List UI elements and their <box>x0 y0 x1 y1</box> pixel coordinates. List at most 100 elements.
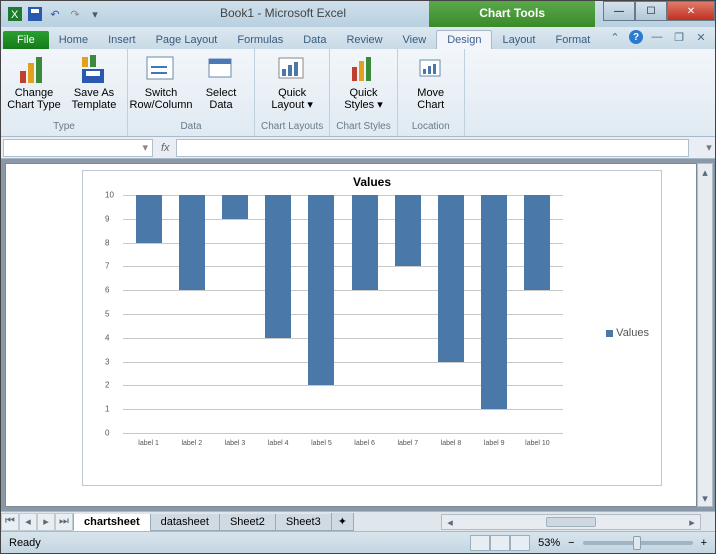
sheet-tab-chartsheet[interactable]: chartsheet <box>73 514 151 531</box>
data-bar[interactable] <box>481 195 507 409</box>
tab-view[interactable]: View <box>393 31 437 49</box>
y-axis-label: 10 <box>105 191 114 200</box>
new-sheet-button[interactable]: ✦ <box>331 513 354 531</box>
prev-sheet-button[interactable]: ◂ <box>19 513 37 531</box>
maximize-button[interactable]: ☐ <box>635 1 667 21</box>
child-restore-icon[interactable]: ❐ <box>671 29 687 45</box>
tab-layout[interactable]: Layout <box>492 31 545 49</box>
horizontal-scrollbar[interactable]: ◂ ▸ <box>441 514 701 530</box>
data-bar[interactable] <box>136 195 162 243</box>
vertical-scrollbar[interactable]: ▴ ▾ <box>697 163 713 507</box>
quick-styles-button[interactable]: QuickStyles ▾ <box>337 53 391 111</box>
tab-design[interactable]: Design <box>436 30 492 49</box>
x-axis-label: label 5 <box>311 440 332 447</box>
undo-icon[interactable]: ↶ <box>47 6 63 22</box>
move-chart-icon <box>415 53 447 85</box>
styles-icon <box>348 53 380 85</box>
tab-format[interactable]: Format <box>545 31 600 49</box>
sheet-tab-datasheet[interactable]: datasheet <box>150 514 220 531</box>
x-axis-label: label 8 <box>441 440 462 447</box>
zoom-level[interactable]: 53% <box>538 537 560 549</box>
bar-slot: label 8 <box>429 195 472 433</box>
x-axis-label: label 3 <box>225 440 246 447</box>
title-bar: X ↶ ↷ ▾ Book1 - Microsoft Excel Chart To… <box>1 1 715 27</box>
y-axis-label: 2 <box>105 381 109 390</box>
formula-expand-icon[interactable]: ▾ <box>703 141 715 154</box>
tab-data[interactable]: Data <box>293 31 336 49</box>
qat-dropdown-icon[interactable]: ▾ <box>87 6 103 22</box>
scroll-down-icon[interactable]: ▾ <box>702 490 708 506</box>
x-axis-label: label 1 <box>138 440 159 447</box>
chevron-down-icon[interactable]: ▾ <box>142 141 148 154</box>
child-close-icon[interactable]: ✕ <box>693 29 709 45</box>
data-bar[interactable] <box>395 195 421 266</box>
template-icon <box>78 53 110 85</box>
y-axis-label: 4 <box>105 333 109 342</box>
chart-sheet[interactable]: Values 012345678910label 1label 2label 3… <box>5 163 697 507</box>
scroll-thumb[interactable] <box>546 517 596 527</box>
zoom-slider-knob[interactable] <box>633 536 641 550</box>
tab-page-layout[interactable]: Page Layout <box>146 31 228 49</box>
chart-object[interactable]: Values 012345678910label 1label 2label 3… <box>82 170 662 486</box>
data-bar[interactable] <box>438 195 464 362</box>
tab-home[interactable]: Home <box>49 31 98 49</box>
y-axis-label: 6 <box>105 286 109 295</box>
formula-input[interactable] <box>176 139 689 157</box>
data-bar[interactable] <box>524 195 550 290</box>
zoom-out-button[interactable]: − <box>568 537 574 549</box>
redo-icon[interactable]: ↷ <box>67 6 83 22</box>
sheet-tab-sheet3[interactable]: Sheet3 <box>275 514 332 531</box>
data-bar[interactable] <box>222 195 248 219</box>
tab-insert[interactable]: Insert <box>98 31 146 49</box>
tab-file[interactable]: File <box>3 31 49 49</box>
x-axis-label: label 2 <box>181 440 202 447</box>
y-axis-label: 5 <box>105 310 109 319</box>
help-icon[interactable]: ? <box>629 30 643 44</box>
page-break-view-button[interactable] <box>510 535 530 551</box>
switch-row-column-button[interactable]: SwitchRow/Column <box>134 53 188 111</box>
sheet-tab-sheet2[interactable]: Sheet2 <box>219 514 276 531</box>
name-box[interactable]: ▾ <box>3 139 153 157</box>
zoom-in-button[interactable]: + <box>701 537 707 549</box>
close-button[interactable]: ✕ <box>667 1 715 21</box>
select-data-button[interactable]: SelectData <box>194 53 248 111</box>
chart-legend[interactable]: Values <box>606 327 649 339</box>
y-axis-label: 3 <box>105 357 109 366</box>
quick-access-toolbar: X ↶ ↷ ▾ <box>1 1 109 27</box>
data-bar[interactable] <box>308 195 334 385</box>
data-bar[interactable] <box>352 195 378 290</box>
bar-slot: label 9 <box>473 195 516 433</box>
move-chart-button[interactable]: MoveChart <box>404 53 458 111</box>
legend-key-icon <box>606 330 613 337</box>
page-layout-view-button[interactable] <box>490 535 510 551</box>
save-icon[interactable] <box>27 6 43 22</box>
y-axis-label: 0 <box>105 429 109 438</box>
data-bar[interactable] <box>265 195 291 338</box>
quick-layout-button[interactable]: QuickLayout ▾ <box>265 53 319 111</box>
minimize-ribbon-icon[interactable]: ⌃ <box>607 29 623 45</box>
last-sheet-button[interactable]: ⏭ <box>55 513 73 531</box>
tab-formulas[interactable]: Formulas <box>227 31 293 49</box>
chart-title[interactable]: Values <box>83 171 661 189</box>
scroll-left-icon[interactable]: ◂ <box>442 516 458 529</box>
normal-view-button[interactable] <box>470 535 490 551</box>
y-axis-label: 1 <box>105 405 109 414</box>
change-chart-type-button[interactable]: ChangeChart Type <box>7 53 61 111</box>
scroll-right-icon[interactable]: ▸ <box>684 516 700 529</box>
save-as-template-button[interactable]: Save AsTemplate <box>67 53 121 111</box>
bar-chart-icon <box>18 53 50 85</box>
data-bar[interactable] <box>179 195 205 290</box>
next-sheet-button[interactable]: ▸ <box>37 513 55 531</box>
x-axis-label: label 9 <box>484 440 505 447</box>
fx-label[interactable]: fx <box>155 142 176 154</box>
child-minimize-icon[interactable]: — <box>649 29 665 45</box>
switch-icon <box>145 53 177 85</box>
tab-review[interactable]: Review <box>336 31 392 49</box>
minimize-button[interactable]: — <box>603 1 635 21</box>
first-sheet-button[interactable]: ⏮ <box>1 513 19 531</box>
plot-area[interactable]: 012345678910label 1label 2label 3label 4… <box>123 195 563 455</box>
scroll-up-icon[interactable]: ▴ <box>702 164 708 180</box>
x-axis-label: label 4 <box>268 440 289 447</box>
ribbon-body: ChangeChart Type Save AsTemplate Type Sw… <box>1 49 715 137</box>
zoom-slider[interactable] <box>583 541 693 545</box>
